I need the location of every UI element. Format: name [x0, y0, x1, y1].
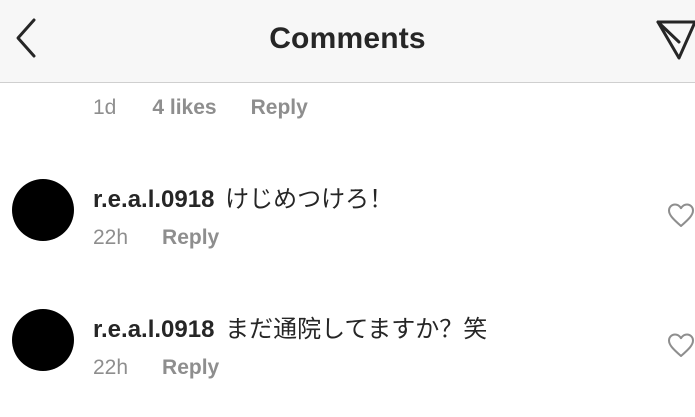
heart-outline-icon	[668, 333, 694, 357]
paper-plane-icon	[656, 20, 695, 60]
comment-body: r.e.a.l.0918 まだ通院してますか？笑	[93, 309, 487, 344]
avatar[interactable]	[12, 309, 74, 371]
reply-button[interactable]: Reply	[162, 226, 219, 250]
reply-button[interactable]: Reply	[162, 356, 219, 380]
comment-message: まだ通院してますか？笑	[225, 316, 488, 343]
heart-outline-icon	[668, 203, 694, 227]
page-title: Comments	[269, 22, 426, 55]
avatar[interactable]	[12, 179, 74, 241]
comment-meta: 22h Reply	[93, 356, 219, 380]
like-button[interactable]	[667, 202, 695, 230]
comment-username[interactable]: r.e.a.l.0918	[93, 316, 214, 343]
comment-message: けじめつけろ！	[225, 186, 394, 213]
header-bar: Comments	[0, 0, 695, 83]
comment-username[interactable]: r.e.a.l.0918	[93, 186, 214, 213]
comment-meta: 1d 4 likes Reply	[93, 96, 308, 120]
like-button[interactable]	[667, 332, 695, 360]
comment-body: r.e.a.l.0918 けじめつけろ！	[93, 179, 393, 214]
reply-button[interactable]: Reply	[251, 96, 308, 120]
comment-time: 22h	[93, 226, 129, 249]
likes-count[interactable]: 4 likes	[152, 96, 216, 120]
comment-time: 22h	[93, 356, 129, 379]
share-button[interactable]	[652, 14, 695, 62]
comment-meta: 22h Reply	[93, 226, 219, 250]
comment-time: 1d	[93, 96, 117, 119]
